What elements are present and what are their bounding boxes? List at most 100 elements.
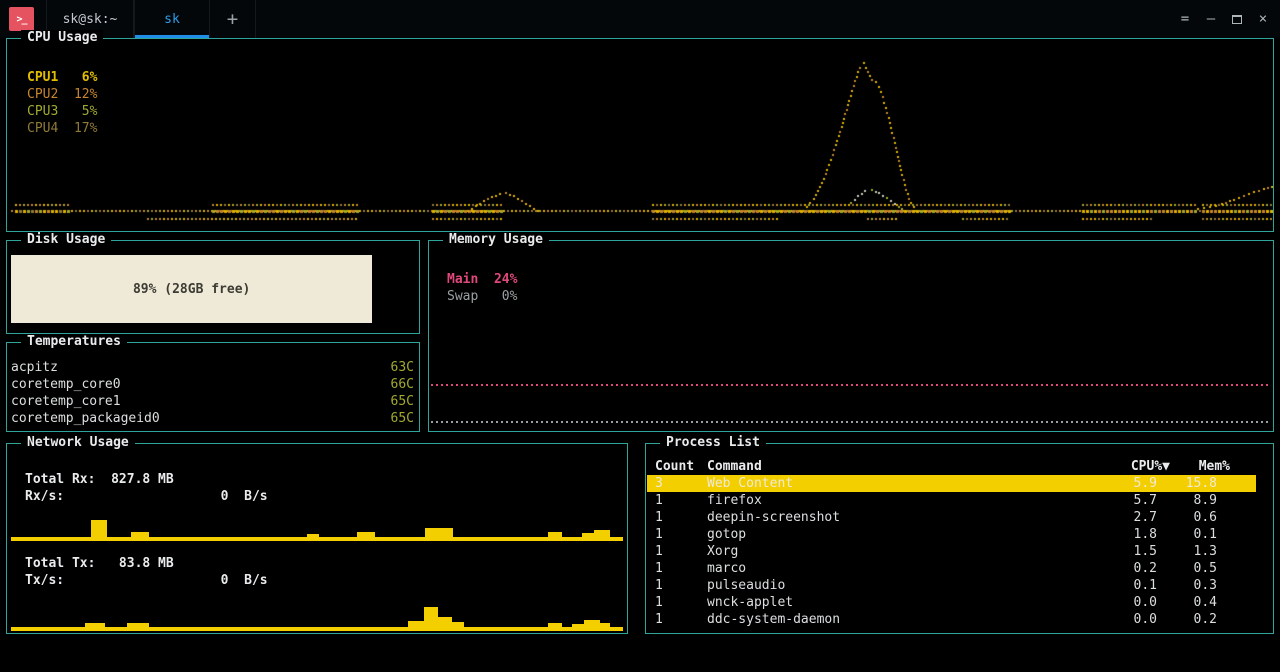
process-list-panel: Process List Count Command CPU%▼ Mem% 3W… bbox=[645, 443, 1274, 634]
minimize-icon[interactable]: — bbox=[1198, 7, 1224, 31]
memory-usage-panel: Memory Usage Main 24%Swap 0% bbox=[428, 240, 1274, 432]
spark-bar bbox=[548, 623, 562, 627]
column-cpu-sorted[interactable]: CPU%▼ bbox=[1112, 458, 1170, 475]
proc-command: Xorg bbox=[707, 543, 1112, 560]
proc-count: 1 bbox=[655, 594, 707, 611]
proc-count: 1 bbox=[655, 611, 707, 628]
network-tx-rate: Tx/s: 0 B/s bbox=[25, 572, 268, 589]
proc-count: 1 bbox=[655, 509, 707, 526]
spark-bar bbox=[572, 624, 584, 627]
terminal-prompt-glyph: >_ bbox=[16, 14, 26, 25]
network-rx-sparkline bbox=[11, 500, 623, 541]
menu-icon[interactable]: = bbox=[1172, 7, 1198, 31]
network-usage-panel: Network Usage Total Rx: 827.8 MB Rx/s: 0… bbox=[6, 443, 628, 634]
sensor-name: coretemp_core0 bbox=[11, 376, 121, 393]
column-mem[interactable]: Mem% bbox=[1170, 458, 1230, 475]
proc-command: Web Content bbox=[707, 475, 1112, 492]
proc-count: 1 bbox=[655, 560, 707, 577]
proc-cpu: 0.0 bbox=[1112, 611, 1170, 628]
new-tab-button[interactable]: + bbox=[210, 0, 256, 38]
process-row[interactable]: 1wnck-applet0.00.4 bbox=[647, 594, 1256, 611]
process-row[interactable]: 1Xorg1.51.3 bbox=[647, 543, 1256, 560]
panel-title: Network Usage bbox=[21, 435, 135, 451]
panel-title: Process List bbox=[660, 435, 766, 451]
sensor-name: coretemp_core1 bbox=[11, 393, 121, 410]
spark-bar bbox=[127, 623, 149, 627]
proc-count: 1 bbox=[655, 526, 707, 543]
spark-bar bbox=[91, 520, 107, 537]
proc-cpu: 2.7 bbox=[1112, 509, 1170, 526]
proc-command: gotop bbox=[707, 526, 1112, 543]
proc-cpu: 5.7 bbox=[1112, 492, 1170, 509]
panel-title: Memory Usage bbox=[443, 232, 549, 248]
spark-bar bbox=[85, 623, 105, 627]
panel-title: Disk Usage bbox=[21, 232, 111, 248]
titlebar: >_ sk@sk:~ sk + = — × bbox=[0, 0, 1280, 38]
temperature-row: acpitz63C bbox=[7, 359, 419, 376]
cpu-history-chart bbox=[7, 39, 1273, 231]
proc-command: firefox bbox=[707, 492, 1112, 509]
process-row[interactable]: 1firefox5.78.9 bbox=[647, 492, 1256, 509]
disk-gauge-fill: 89% (28GB free) bbox=[11, 255, 372, 323]
disk-usage-panel: Disk Usage 89% (28GB free) bbox=[6, 240, 420, 334]
legend-row: Swap 0% bbox=[447, 288, 517, 305]
window-controls: = — × bbox=[1172, 0, 1276, 38]
column-count[interactable]: Count bbox=[655, 458, 707, 475]
cpu-usage-panel: CPU Usage CPU1 6%CPU2 12%CPU3 5%CPU4 17% bbox=[6, 38, 1274, 232]
proc-mem: 0.6 bbox=[1170, 509, 1230, 526]
tx-baseline bbox=[11, 627, 623, 631]
proc-cpu: 0.0 bbox=[1112, 594, 1170, 611]
network-rx-total: Total Rx: 827.8 MB bbox=[25, 471, 174, 488]
proc-command: marco bbox=[707, 560, 1112, 577]
proc-mem: 1.3 bbox=[1170, 543, 1230, 560]
process-row[interactable]: 1marco0.20.5 bbox=[647, 560, 1256, 577]
spark-bar bbox=[594, 530, 610, 537]
tab-label: sk@sk:~ bbox=[63, 12, 118, 27]
close-icon[interactable]: × bbox=[1250, 7, 1276, 31]
terminal-app-icon[interactable]: >_ bbox=[9, 7, 34, 31]
proc-count: 3 bbox=[655, 475, 707, 492]
proc-count: 1 bbox=[655, 577, 707, 594]
proc-cpu: 0.2 bbox=[1112, 560, 1170, 577]
memory-main-line bbox=[431, 384, 1271, 386]
sensor-value: 65C bbox=[391, 410, 414, 427]
proc-mem: 0.4 bbox=[1170, 594, 1230, 611]
process-row[interactable]: 1ddc-system-daemon0.00.2 bbox=[647, 611, 1256, 628]
process-row[interactable]: 1gotop1.80.1 bbox=[647, 526, 1256, 543]
memory-legend: Main 24%Swap 0% bbox=[447, 271, 517, 305]
spark-bar bbox=[600, 623, 610, 627]
network-tx-sparkline bbox=[11, 589, 623, 631]
temperature-row: coretemp_packageid0 65C bbox=[7, 410, 419, 427]
proc-mem: 0.3 bbox=[1170, 577, 1230, 594]
column-command[interactable]: Command bbox=[707, 458, 1112, 475]
spark-bar bbox=[584, 620, 600, 627]
proc-cpu: 0.1 bbox=[1112, 577, 1170, 594]
proc-mem: 0.2 bbox=[1170, 611, 1230, 628]
process-row[interactable]: 1deepin-screenshot2.70.6 bbox=[647, 509, 1256, 526]
spark-bar bbox=[131, 532, 149, 537]
spark-bar bbox=[424, 607, 438, 627]
proc-mem: 15.8 bbox=[1170, 475, 1230, 492]
proc-count: 1 bbox=[655, 492, 707, 509]
spark-bar bbox=[357, 532, 375, 537]
proc-command: ddc-system-daemon bbox=[707, 611, 1112, 628]
spark-bar bbox=[582, 533, 594, 537]
disk-gauge: 89% (28GB free) bbox=[11, 255, 417, 323]
spark-bar bbox=[452, 622, 464, 627]
sensor-name: coretemp_packageid0 bbox=[11, 410, 160, 427]
sensor-value: 65C bbox=[391, 393, 414, 410]
maximize-icon[interactable] bbox=[1224, 7, 1250, 31]
tab-sk[interactable]: sk bbox=[134, 0, 210, 38]
network-tx-total: Total Tx: 83.8 MB bbox=[25, 555, 174, 572]
proc-command: deepin-screenshot bbox=[707, 509, 1112, 526]
plus-icon: + bbox=[227, 8, 238, 30]
sensor-name: acpitz bbox=[11, 359, 58, 376]
temperature-list: acpitz63Ccoretemp_core066Ccoretemp_core1… bbox=[7, 359, 419, 427]
proc-cpu: 1.5 bbox=[1112, 543, 1170, 560]
spark-bar bbox=[548, 532, 562, 537]
spark-bar bbox=[307, 534, 319, 537]
spark-bar bbox=[425, 528, 453, 537]
proc-mem: 8.9 bbox=[1170, 492, 1230, 509]
process-row-selected[interactable]: 3Web Content5.915.8 bbox=[647, 475, 1256, 492]
process-row[interactable]: 1pulseaudio0.10.3 bbox=[647, 577, 1256, 594]
